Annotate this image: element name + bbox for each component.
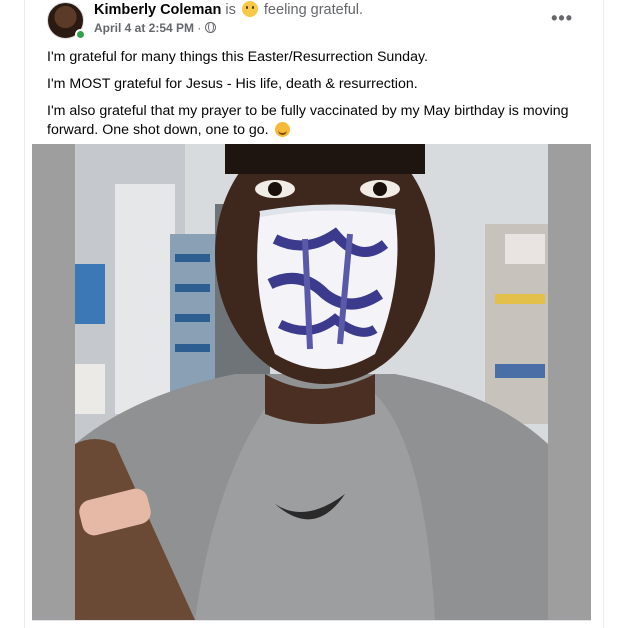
author-name[interactable]: Kimberly Coleman: [94, 2, 221, 18]
photo-illustration: [75, 144, 548, 620]
post-photo[interactable]: [75, 144, 548, 620]
feeling-text: feeling grateful.: [263, 2, 364, 18]
grateful-face-icon: [241, 1, 258, 17]
smiling-face-icon: [274, 122, 290, 137]
post-header: Kimberly Coleman is feeling grateful. Ap…: [47, 0, 587, 44]
post-paragraph-3-text: I'm also grateful that my prayer to be f…: [47, 103, 569, 138]
globe-icon[interactable]: [204, 22, 216, 33]
post-paragraph-1: I'm grateful for many things this Easter…: [47, 49, 428, 65]
post-paragraph-2: I'm MOST grateful for Jesus - His life, …: [47, 76, 418, 92]
post-timestamp[interactable]: April 4 at 2:54 PM: [94, 21, 194, 35]
is-text: is: [225, 2, 236, 18]
online-status-dot: [75, 29, 86, 40]
post-meta: April 4 at 2:54 PM ·: [94, 21, 216, 35]
meta-separator: ·: [197, 21, 202, 35]
post-paragraph-3: I'm also grateful that my prayer to be f…: [47, 102, 592, 140]
post-divider: [32, 620, 591, 628]
post-photo-frame[interactable]: [32, 144, 591, 620]
more-options-icon[interactable]: •••: [551, 8, 573, 29]
author-line: Kimberly Coleman is feeling grateful.: [94, 1, 363, 18]
post-text: I'm grateful for many things this Easter…: [47, 48, 592, 148]
